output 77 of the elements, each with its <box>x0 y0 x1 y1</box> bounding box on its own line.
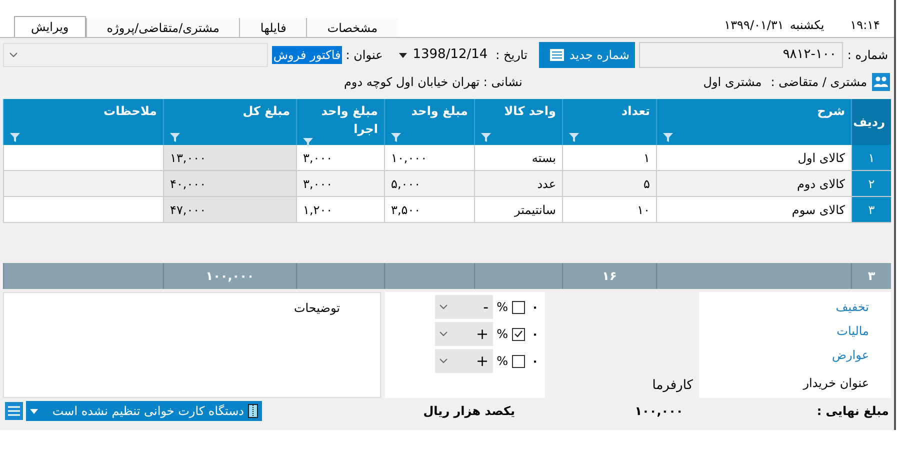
percent-sign: % <box>496 326 508 343</box>
final-amount: ۱۰۰,۰۰۰ <box>634 403 684 420</box>
percent-checkbox[interactable] <box>512 300 525 314</box>
table-cell: ۱۰ <box>562 197 656 223</box>
number-field[interactable]: ۹۸۱۲-۱۰۰ <box>639 42 844 68</box>
notes-field[interactable]: توضیحات <box>3 292 381 398</box>
total-value: ۳ <box>868 268 876 285</box>
number-label: شماره : <box>847 47 888 64</box>
date-field[interactable]: 1398/12/14 <box>394 45 492 65</box>
tab[interactable]: ویرایش <box>14 16 86 37</box>
date-label: تاریخ : <box>496 47 528 64</box>
customer-value: مشتری اول <box>703 74 762 91</box>
table-cell: کالای سوم <box>656 197 851 223</box>
column-header[interactable]: مبلغ واحد اجرا <box>296 99 384 145</box>
buyer-title-field[interactable]: کارفرما <box>545 373 695 398</box>
filter-icon[interactable] <box>481 133 491 142</box>
column-header[interactable]: ملاحظات <box>3 99 163 145</box>
filter-icon[interactable] <box>569 133 579 142</box>
sign-dropdown[interactable]: + <box>435 322 493 346</box>
column-header[interactable]: شرح <box>656 99 851 145</box>
title-label: عنوان : <box>346 47 383 64</box>
sign-dropdown[interactable]: - <box>435 295 493 319</box>
caret-down-icon <box>30 408 38 414</box>
filter-icon[interactable] <box>10 133 20 142</box>
address-text: نشانی : تهران خیابان اول کوچه دوم <box>344 74 522 91</box>
chevron-down-icon[interactable] <box>439 304 448 310</box>
tab[interactable]: فایلها <box>239 18 306 37</box>
card-reader-icon <box>248 404 258 418</box>
chevron-down-icon[interactable] <box>9 52 18 58</box>
adjustment-value: ۰ <box>530 326 540 343</box>
clock-date: ۱۳۹۹/۰۱/۳۱ <box>724 17 784 34</box>
percent-sign: % <box>496 353 508 370</box>
tab[interactable]: مشتری/متقاضی/پروژه <box>86 18 240 37</box>
percent-checkbox[interactable] <box>512 328 525 340</box>
table-cell: ۴۰,۰۰۰ <box>163 171 296 197</box>
column-header[interactable]: ردیف <box>851 99 891 145</box>
buyer-title-label: عنوان خریدار <box>802 375 869 392</box>
customer-label: مشتری / متقاضی : <box>770 74 867 91</box>
table-cell: ۴۷,۰۰۰ <box>163 197 296 223</box>
people-icon[interactable] <box>872 73 890 91</box>
column-header[interactable]: تعداد <box>562 99 656 145</box>
adjustment-value: ۰ <box>530 299 540 316</box>
new-number-button[interactable]: شماره جدید <box>539 42 636 68</box>
clock-time: ۱۹:۱۴ <box>850 17 880 34</box>
row-number-cell: ۱ <box>851 145 891 171</box>
card-reader-dropdown[interactable]: دستگاه کارت خوانی تنظیم نشده است <box>26 401 262 421</box>
filter-icon[interactable] <box>303 138 313 147</box>
filter-icon[interactable] <box>170 133 180 142</box>
row-number-cell: ۲ <box>851 171 891 197</box>
adjustment-link[interactable]: مالیات <box>699 319 869 343</box>
list-icon <box>550 49 564 61</box>
tab[interactable]: مشخصات <box>306 18 398 37</box>
table-cell: سانتیمتر <box>474 197 562 223</box>
column-header[interactable]: مبلغ کل <box>163 99 296 145</box>
chevron-down-icon[interactable] <box>439 358 448 364</box>
clock-day: یکشنبه <box>790 16 824 34</box>
total-value: ۱۰۰,۰۰۰ <box>206 268 254 285</box>
sign-dropdown[interactable]: + <box>435 349 493 373</box>
caret-down-icon <box>398 52 407 58</box>
amount-in-words: یکصد هزار ریال <box>423 403 515 420</box>
adjustment-link[interactable]: عوارض <box>699 343 869 367</box>
row-number-cell: ۳ <box>851 197 891 223</box>
column-header[interactable]: واحد کالا <box>474 99 562 145</box>
table-cell: ۳,۵۰۰ <box>384 197 474 223</box>
filter-icon[interactable] <box>391 133 401 142</box>
total-value: ۱۶ <box>602 268 617 285</box>
final-amount-label: مبلغ نهایی : <box>816 403 889 420</box>
filter-icon[interactable] <box>663 133 673 142</box>
settings-icon[interactable] <box>5 402 23 420</box>
percent-checkbox[interactable] <box>512 354 525 368</box>
adjustment-value: ۰ <box>530 353 540 370</box>
adjustment-link[interactable]: تخفیف <box>699 295 869 319</box>
column-header[interactable]: مبلغ واحد <box>384 99 474 145</box>
chevron-down-icon[interactable] <box>439 331 448 337</box>
selected-title-text[interactable]: فاکتور فروش <box>272 46 342 64</box>
table-cell: ۱۳,۰۰۰ <box>163 145 296 171</box>
percent-sign: % <box>496 299 508 316</box>
